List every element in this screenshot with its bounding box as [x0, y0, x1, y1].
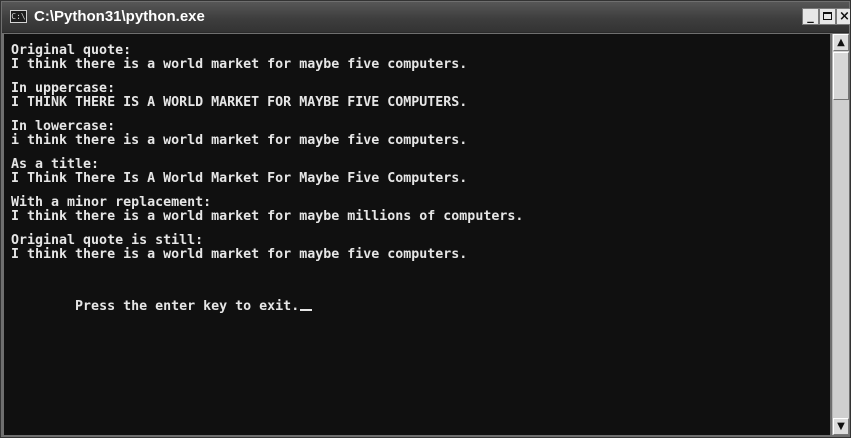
console-line: Original quote is still: — [11, 233, 204, 248]
console-window: C:\ C:\Python31\python.exe _ × Original … — [0, 0, 851, 438]
close-button[interactable]: × — [836, 8, 850, 25]
console-line: In lowercase: — [11, 119, 116, 134]
window-title: C:\Python31\python.exe — [34, 8, 205, 25]
arrow-down-icon: ▼ — [837, 421, 845, 432]
console-line: Original quote: — [11, 43, 132, 58]
console-line: I think there is a world market for mayb… — [11, 57, 468, 72]
text-cursor — [300, 309, 313, 311]
console-line: I think there is a world market for mayb… — [11, 209, 524, 224]
console-line: In uppercase: — [11, 81, 116, 96]
console-line: i think there is a world market for mayb… — [11, 133, 468, 148]
blank-line — [11, 262, 523, 286]
console-app-icon[interactable]: C:\ — [10, 10, 27, 23]
console-line: I think there is a world market for mayb… — [11, 247, 468, 262]
console-output-area[interactable]: Original quote: I think there is a world… — [4, 34, 830, 435]
exit-prompt: Press the enter key to exit. — [75, 299, 300, 314]
maximize-button[interactable] — [819, 8, 836, 25]
scroll-up-button[interactable]: ▲ — [833, 34, 849, 51]
console-line: As a title: — [11, 157, 100, 172]
minimize-button[interactable]: _ — [802, 8, 819, 25]
scrollbar-thumb[interactable] — [833, 52, 849, 100]
console-lines: Original quote: I think there is a world… — [11, 43, 524, 314]
maximize-icon — [823, 12, 832, 20]
console-line: I THINK THERE IS A WORLD MARKET FOR MAYB… — [11, 95, 468, 110]
arrow-up-icon: ▲ — [837, 37, 845, 48]
console-line: I Think There Is A World Market For Mayb… — [11, 171, 468, 186]
prompt-line: Press the enter key to exit. — [11, 286, 523, 314]
scroll-down-button[interactable]: ▼ — [833, 418, 849, 435]
console-line: With a minor replacement: — [11, 195, 212, 210]
title-bar[interactable]: C:\ C:\Python31\python.exe _ × — [2, 2, 850, 33]
vertical-scrollbar[interactable]: ▲ ▼ — [832, 34, 849, 435]
